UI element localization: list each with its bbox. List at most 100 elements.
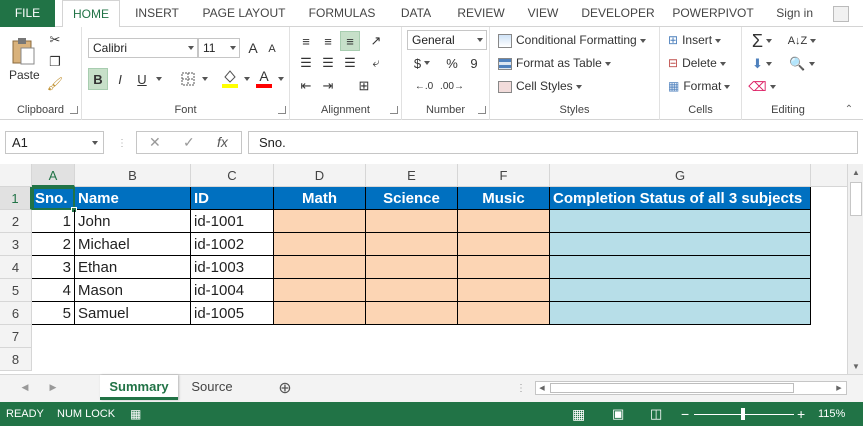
underline-dropdown[interactable] — [152, 68, 162, 90]
header-cell-science[interactable]: Science — [366, 187, 458, 210]
worksheet-grid[interactable]: A B C D E F G 1 2 3 4 5 6 7 8 Sno. Name … — [0, 164, 847, 374]
select-all-corner[interactable] — [0, 164, 32, 187]
borders-dropdown[interactable] — [198, 68, 208, 90]
currency-button[interactable]: $ — [410, 53, 434, 73]
table-cell-music[interactable] — [458, 210, 550, 233]
tab-developer[interactable]: DEVELOPER — [576, 0, 660, 27]
table-cell-music[interactable] — [458, 256, 550, 279]
row-header-2[interactable]: 2 — [0, 210, 32, 233]
autosum-icon[interactable]: Σ — [748, 30, 776, 52]
table-cell-sno[interactable]: 3 — [32, 256, 75, 279]
table-cell-sno[interactable]: 4 — [32, 279, 75, 302]
table-cell-name[interactable]: John — [75, 210, 191, 233]
column-header-a[interactable]: A — [32, 164, 75, 187]
align-center-icon[interactable]: ☰ — [318, 53, 338, 73]
tab-page-layout[interactable]: PAGE LAYOUT — [196, 0, 292, 27]
table-cell-science[interactable] — [366, 233, 458, 256]
table-cell-math[interactable] — [274, 233, 366, 256]
header-cell-sno[interactable]: Sno. — [32, 187, 75, 210]
clear-icon[interactable]: ⌫ — [748, 77, 776, 97]
cut-icon[interactable]: ✂ — [46, 31, 64, 49]
formula-input[interactable]: Sno. — [248, 131, 858, 154]
font-launcher-icon[interactable] — [278, 106, 286, 114]
increase-indent-icon[interactable]: ⇥ — [318, 76, 338, 96]
scroll-up-icon[interactable]: ▲ — [850, 166, 862, 178]
zoom-slider-thumb[interactable] — [741, 408, 745, 420]
row-header-5[interactable]: 5 — [0, 279, 32, 302]
table-cell-music[interactable] — [458, 233, 550, 256]
header-cell-completion-status[interactable]: Completion Status of all 3 subjects — [550, 187, 811, 210]
format-cells-button[interactable]: ▦ Format — [668, 79, 731, 93]
tab-powerpivot[interactable]: POWERPIVOT — [668, 0, 758, 27]
number-format-dropdown[interactable]: General — [407, 30, 487, 50]
vertical-scroll-thumb[interactable] — [850, 182, 862, 216]
font-name-dropdown[interactable]: Calibri — [88, 38, 198, 58]
tab-split-grip-icon[interactable]: ⋮ — [516, 381, 526, 395]
comma-button[interactable]: 9 — [464, 53, 484, 73]
table-cell-sno[interactable]: 2 — [32, 233, 75, 256]
middle-align-icon[interactable]: ≡ — [318, 31, 338, 51]
shrink-font-button[interactable]: A — [264, 40, 280, 58]
table-cell-name[interactable]: Mason — [75, 279, 191, 302]
scroll-right-icon[interactable]: ▶ — [834, 383, 844, 393]
table-cell-id[interactable]: id-1005 — [191, 302, 274, 325]
page-break-view-icon[interactable]: ◫ — [650, 402, 662, 426]
decrease-indent-icon[interactable]: ⇤ — [296, 76, 316, 96]
row-header-6[interactable]: 6 — [0, 302, 32, 325]
normal-view-icon[interactable]: ▦ — [572, 402, 585, 426]
decrease-decimal-icon[interactable]: .00→ — [440, 76, 464, 96]
header-cell-math[interactable]: Math — [274, 187, 366, 210]
table-cell-math[interactable] — [274, 279, 366, 302]
fill-color-button[interactable] — [220, 66, 240, 90]
fill-color-dropdown[interactable] — [240, 68, 250, 90]
table-cell-id[interactable]: id-1001 — [191, 210, 274, 233]
percent-button[interactable]: % — [442, 53, 462, 73]
alignment-launcher-icon[interactable] — [390, 106, 398, 114]
horizontal-scroll-thumb[interactable] — [550, 383, 794, 393]
delete-cells-button[interactable]: ⊟ Delete — [668, 56, 726, 70]
column-header-c[interactable]: C — [191, 164, 274, 187]
zoom-in-button[interactable]: + — [797, 402, 805, 426]
tab-view[interactable]: VIEW — [520, 0, 566, 27]
table-cell-name[interactable]: Ethan — [75, 256, 191, 279]
zoom-out-button[interactable]: − — [681, 402, 689, 426]
table-cell-name[interactable]: Michael — [75, 233, 191, 256]
page-layout-view-icon[interactable]: ▣ — [612, 402, 624, 426]
add-sheet-icon[interactable]: ⊕ — [276, 379, 294, 397]
table-cell-science[interactable] — [366, 210, 458, 233]
align-right-icon[interactable]: ☰ — [340, 53, 360, 73]
table-cell-math[interactable] — [274, 302, 366, 325]
column-header-f[interactable]: F — [458, 164, 550, 187]
sheet-tab-summary[interactable]: Summary — [100, 375, 178, 400]
column-header-h[interactable] — [811, 164, 847, 187]
bottom-align-icon[interactable]: ≡ — [340, 31, 360, 51]
font-color-button[interactable]: A — [254, 66, 274, 90]
table-cell-music[interactable] — [458, 302, 550, 325]
header-cell-name[interactable]: Name — [75, 187, 191, 210]
copy-icon[interactable]: ❐ — [46, 53, 64, 71]
column-header-g[interactable]: G — [550, 164, 811, 187]
table-cell-completion-status[interactable] — [550, 210, 811, 233]
tab-insert[interactable]: INSERT — [128, 0, 186, 27]
format-as-table-button[interactable]: Format as Table — [498, 56, 611, 70]
font-color-dropdown[interactable] — [274, 68, 284, 90]
tab-data[interactable]: DATA — [392, 0, 440, 27]
table-cell-completion-status[interactable] — [550, 279, 811, 302]
tab-file[interactable]: FILE — [0, 0, 55, 27]
scroll-down-icon[interactable]: ▼ — [850, 360, 862, 372]
table-cell-sno[interactable]: 5 — [32, 302, 75, 325]
prev-sheet-icon[interactable]: ◀ — [18, 380, 32, 394]
column-header-b[interactable]: B — [75, 164, 191, 187]
next-sheet-icon[interactable]: ▶ — [46, 380, 60, 394]
tab-review[interactable]: REVIEW — [450, 0, 512, 27]
sheet-tab-source[interactable]: Source — [180, 375, 244, 400]
tab-home[interactable]: HOME — [62, 0, 120, 28]
column-header-d[interactable]: D — [274, 164, 366, 187]
table-cell-completion-status[interactable] — [550, 233, 811, 256]
macro-record-icon[interactable]: ▦ — [130, 402, 141, 426]
table-cell-math[interactable] — [274, 210, 366, 233]
sign-in-link[interactable]: Sign in — [776, 0, 813, 27]
table-cell-science[interactable] — [366, 256, 458, 279]
row-header-7[interactable]: 7 — [0, 325, 32, 348]
row-header-1[interactable]: 1 — [0, 187, 32, 210]
